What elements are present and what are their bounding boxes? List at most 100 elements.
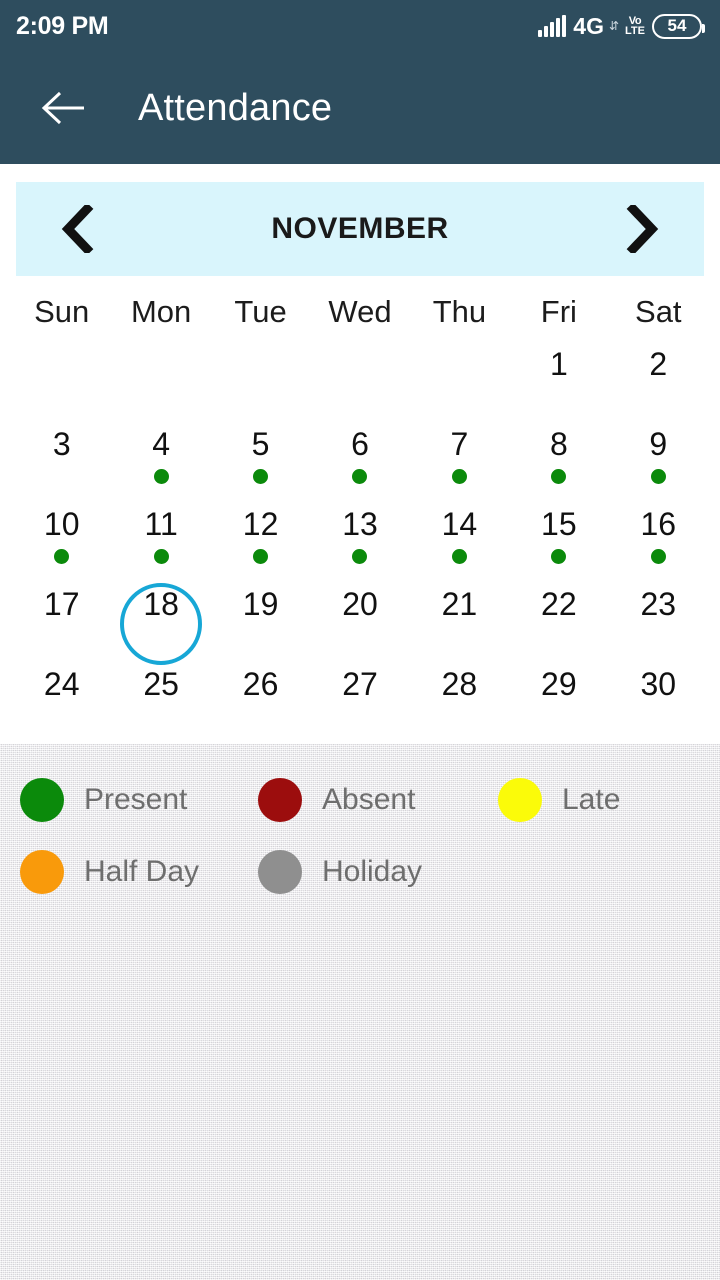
attendance-status-dot-present <box>352 469 368 484</box>
previous-month-button[interactable] <box>50 201 106 257</box>
attendance-status-dot-present <box>352 549 368 564</box>
calendar-day-30[interactable]: 30 <box>609 664 708 744</box>
day-number: 6 <box>351 426 369 462</box>
back-button[interactable] <box>32 76 96 140</box>
day-number: 7 <box>450 426 469 462</box>
calendar-day-5[interactable]: 5 <box>211 424 310 504</box>
weekday-label-sun: Sun <box>34 294 90 329</box>
weekday-label-tue: Tue <box>234 294 287 329</box>
battery-level-label: 54 <box>667 16 687 35</box>
legend-dot-absent <box>258 778 302 822</box>
calendar-day-blank <box>310 344 409 424</box>
calendar-day-6[interactable]: 6 <box>310 424 409 504</box>
page-title: Attendance <box>138 86 333 129</box>
calendar-day-7[interactable]: 7 <box>410 424 509 504</box>
calendar-day-8[interactable]: 8 <box>509 424 608 504</box>
attendance-legend: Present Absent Late Half Day Holiday <box>0 744 720 1280</box>
calendar-day-24[interactable]: 24 <box>12 664 111 744</box>
day-number: 30 <box>640 666 677 702</box>
legend-item-present: Present <box>20 778 258 822</box>
calendar-day-29[interactable]: 29 <box>509 664 608 744</box>
volte-bottom-label: LTE <box>625 25 645 37</box>
calendar-day-11[interactable]: 11 <box>111 504 210 584</box>
calendar-day-27[interactable]: 27 <box>310 664 409 744</box>
day-number: 19 <box>242 586 279 622</box>
day-number: 24 <box>43 666 80 702</box>
legend-row: Present Absent Late <box>20 778 700 822</box>
legend-label-holiday: Holiday <box>322 855 423 888</box>
calendar-day-14[interactable]: 14 <box>410 504 509 584</box>
day-number: 27 <box>342 666 378 702</box>
day-number: 14 <box>441 506 478 542</box>
legend-dot-half_day <box>20 850 64 894</box>
calendar-day-18[interactable]: 18 <box>111 583 210 665</box>
status-icons: 4G ⇵ Vo LTE 54 <box>538 13 705 39</box>
calendar-day-12[interactable]: 12 <box>211 504 310 584</box>
attendance-status-dot-present <box>650 549 666 564</box>
legend-item-half_day: Half Day <box>20 850 258 894</box>
back-arrow-icon <box>41 91 84 125</box>
day-number: 23 <box>640 586 677 622</box>
calendar-day-25[interactable]: 25 <box>111 664 210 744</box>
day-number: 13 <box>342 506 378 542</box>
calendar-day-26[interactable]: 26 <box>211 664 310 744</box>
calendar-day-22[interactable]: 22 <box>509 584 608 664</box>
day-number: 25 <box>143 666 179 702</box>
day-number: 16 <box>640 506 677 542</box>
day-number: 12 <box>242 506 279 542</box>
day-number: 26 <box>242 666 279 702</box>
calendar-day-4[interactable]: 4 <box>111 424 210 504</box>
calendar-day-blank <box>111 344 210 424</box>
next-month-button[interactable] <box>614 201 670 257</box>
day-number: 17 <box>43 586 80 622</box>
day-number: 8 <box>549 426 568 462</box>
calendar-day-17[interactable]: 17 <box>12 584 111 664</box>
attendance-status-dot-present <box>551 469 567 484</box>
day-number: 18 <box>143 586 179 622</box>
day-number: 5 <box>251 426 270 462</box>
day-number: 10 <box>43 506 80 542</box>
calendar-day-1[interactable]: 1 <box>509 344 608 424</box>
weekday-label-sat: Sat <box>635 294 682 329</box>
weekday-label-mon: Mon <box>130 294 192 329</box>
day-number: 21 <box>441 586 478 622</box>
legend-label-late: Late <box>562 783 621 816</box>
legend-label-absent: Absent <box>322 783 416 816</box>
data-transfer-icon: ⇵ <box>608 19 619 33</box>
weekday-label-wed: Wed <box>328 294 392 329</box>
battery-icon: 54 <box>652 13 705 39</box>
app-bar: Attendance <box>0 52 720 164</box>
attendance-status-dot-present <box>153 469 169 484</box>
day-number: 15 <box>541 506 577 542</box>
month-selector-bar: NOVEMBER <box>16 182 704 276</box>
attendance-status-dot-present <box>253 549 269 564</box>
attendance-status-dot-present <box>253 469 269 484</box>
attendance-status-dot-present <box>54 549 70 564</box>
day-number: 29 <box>541 666 577 702</box>
legend-row: Half Day Holiday <box>20 850 700 894</box>
weekday-label-thu: Thu <box>432 294 487 329</box>
calendar-day-9[interactable]: 9 <box>609 424 708 504</box>
calendar-day-3[interactable]: 3 <box>12 424 111 504</box>
day-number: 28 <box>441 666 478 702</box>
calendar-day-16[interactable]: 16 <box>609 504 708 584</box>
calendar-day-28[interactable]: 28 <box>410 664 509 744</box>
calendar-day-19[interactable]: 19 <box>211 584 310 664</box>
status-clock: 2:09 PM <box>16 11 109 40</box>
calendar: NOVEMBER Sun Mon Tue Wed Thu Fri Sat 123456789… <box>0 164 720 744</box>
calendar-day-20[interactable]: 20 <box>310 584 409 664</box>
calendar-day-10[interactable]: 10 <box>12 504 111 584</box>
calendar-day-blank <box>410 344 509 424</box>
calendar-day-21[interactable]: 21 <box>410 584 509 664</box>
day-number: 3 <box>52 426 71 462</box>
legend-item-absent: Absent <box>258 778 498 822</box>
legend-label-present: Present <box>84 783 188 816</box>
calendar-day-23[interactable]: 23 <box>609 584 708 664</box>
legend-label-half_day: Half Day <box>84 855 200 888</box>
calendar-day-13[interactable]: 13 <box>310 504 409 584</box>
chevron-right-icon <box>626 205 659 253</box>
calendar-day-15[interactable]: 15 <box>509 504 608 584</box>
calendar-day-2[interactable]: 2 <box>609 344 708 424</box>
status-bar: 2:09 PM 4G ⇵ Vo LTE 54 <box>0 0 720 52</box>
day-number: 22 <box>541 586 577 622</box>
